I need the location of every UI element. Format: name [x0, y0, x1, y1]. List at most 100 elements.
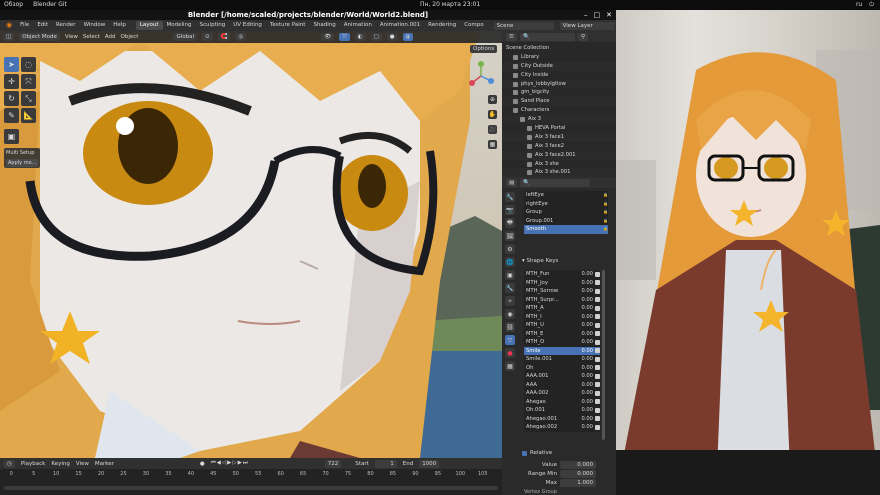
outliner-row[interactable]: phys_lobbylgtlow — [502, 79, 616, 89]
tab-animation[interactable]: Animation — [340, 21, 376, 30]
tab-layout[interactable]: Layout — [135, 21, 163, 30]
mode-selector[interactable]: Object Mode — [19, 33, 60, 41]
ortho-grid-icon[interactable]: ▦ — [488, 140, 497, 149]
rotate-tool-icon[interactable]: ↻ — [4, 91, 19, 106]
camera-view-icon[interactable]: 🎥 — [488, 125, 497, 134]
proportional-edit-icon[interactable]: ◎ — [235, 33, 247, 41]
vertex-group-item[interactable]: Group 🔒 — [524, 208, 608, 217]
outliner-row[interactable]: Aix 3 face1 — [502, 132, 616, 142]
shape-key-mute-checkbox[interactable] — [595, 288, 600, 294]
shape-key-value[interactable]: 0.00 — [575, 296, 593, 305]
maximize-button[interactable]: □ — [594, 10, 601, 20]
measure-tool-icon[interactable]: 📐 — [21, 108, 36, 123]
shape-key-mute-checkbox[interactable] — [595, 382, 600, 388]
outliner-editor-icon[interactable]: ☰ — [506, 32, 517, 41]
outliner-row[interactable]: City Outside — [502, 61, 616, 71]
timeline-ruler[interactable]: 0 5 10 15 20 25 30 35 40 45 50 55 60 65 70 75 80 85 90 95 10… — [0, 471, 502, 479]
overlay-icon[interactable]: ◐ — [354, 33, 366, 41]
outliner-row[interactable]: Aix 3 face2.001 — [502, 150, 616, 160]
scale-tool-icon[interactable]: ⤡ — [21, 91, 36, 106]
texture-tab-icon[interactable]: ▦ — [505, 361, 515, 371]
shape-key-value[interactable]: 0.00 — [575, 406, 593, 415]
shape-key-value[interactable]: 0.00 — [575, 423, 593, 432]
timeline-menu-marker[interactable]: Marker — [95, 461, 114, 467]
shape-key-value[interactable]: 0.00 — [575, 330, 593, 339]
material-tab-icon[interactable]: ● — [505, 348, 515, 358]
outliner-row[interactable]: Sand Place — [502, 97, 616, 107]
select-tool-icon[interactable]: ➤ — [4, 57, 19, 72]
shape-key-mute-checkbox[interactable] — [595, 339, 600, 345]
power-icon[interactable]: ⏻ — [869, 1, 874, 9]
shape-key-value[interactable]: 0.00 — [575, 347, 593, 356]
render-tab-icon[interactable]: 📷 — [505, 205, 515, 215]
vertex-group-item[interactable]: Group.001 🔒 — [524, 217, 608, 226]
shading-rendered-icon[interactable]: ◍ — [402, 33, 414, 41]
shape-key-mute-checkbox[interactable] — [595, 356, 600, 362]
shape-key-value[interactable]: 0.00 — [575, 287, 593, 296]
shape-key-value[interactable]: 0.00 — [575, 338, 593, 347]
shape-key-item[interactable]: AAA 0.00 — [524, 381, 600, 390]
world-tab-icon[interactable]: 🌐 — [505, 257, 515, 267]
shape-key-item[interactable]: MTH_Fun 0.00 — [524, 270, 600, 279]
shape-key-mute-checkbox[interactable] — [595, 314, 600, 320]
shape-key-value[interactable]: 0.00 — [575, 415, 593, 424]
scene-collection-row[interactable]: Scene Collection — [502, 44, 616, 53]
tab-texture-paint[interactable]: Texture Paint — [266, 21, 310, 30]
shape-key-mute-checkbox[interactable] — [595, 416, 600, 422]
shape-key-item[interactable]: MTH_U 0.00 — [524, 321, 600, 330]
shape-key-mute-checkbox[interactable] — [595, 390, 600, 396]
shape-key-item[interactable]: Oh 0.00 — [524, 364, 600, 373]
shape-key-item[interactable]: Ahegao 0.00 — [524, 398, 600, 407]
shape-key-item[interactable]: MTH_E 0.00 — [524, 330, 600, 339]
max-field[interactable]: 1.000 — [560, 478, 596, 487]
start-frame-field[interactable]: 1 — [374, 459, 397, 468]
constraints-tab-icon[interactable]: ⛓ — [505, 322, 515, 332]
shape-key-value[interactable]: 0.00 — [575, 304, 593, 313]
tab-modeling[interactable]: Modeling — [163, 21, 196, 30]
properties-search-input[interactable]: 🔍 — [520, 178, 591, 187]
shape-key-mute-checkbox[interactable] — [595, 373, 600, 379]
shape-key-item[interactable]: AAA.001 0.00 — [524, 372, 600, 381]
shape-key-value[interactable]: 0.00 — [575, 364, 593, 373]
scene-tab-icon[interactable]: ⚙ — [505, 244, 515, 254]
lock-icon[interactable]: 🔒 — [603, 217, 608, 226]
keyboard-layout[interactable]: ru — [856, 1, 862, 9]
outliner-row[interactable]: Library — [502, 53, 616, 62]
shape-key-mute-checkbox[interactable] — [595, 424, 600, 430]
gizmo-toggle-icon[interactable]: ⤧ — [339, 33, 350, 41]
outliner-row[interactable]: Characters — [502, 106, 616, 115]
shape-keys-panel-header[interactable]: ▾ Shape Keys — [520, 256, 614, 266]
view-layer-selector[interactable]: View Layer — [559, 21, 615, 30]
particles-tab-icon[interactable]: ✧ — [505, 296, 515, 306]
value-field[interactable]: 0.000 — [560, 460, 596, 469]
output-tab-icon[interactable]: 🖶 — [505, 218, 515, 228]
xray-icon[interactable]: ▢ — [370, 33, 382, 41]
app-menu-button[interactable]: Blender Git — [33, 1, 67, 8]
viewport-menu-object[interactable]: Object — [121, 32, 139, 43]
shape-key-item[interactable]: Smile 0.00 — [524, 346, 600, 356]
cursor-tool-icon[interactable]: ✛ — [4, 74, 19, 89]
relative-checkbox[interactable] — [522, 450, 527, 456]
viewport-menu-select[interactable]: Select — [83, 32, 100, 43]
tab-animation-001[interactable]: Animation.001 — [376, 21, 424, 30]
move-tool-icon[interactable]: ⤧ — [21, 74, 36, 89]
menu-help[interactable]: Help — [109, 20, 130, 31]
pan-hand-icon[interactable]: ✋ — [488, 110, 497, 119]
range-min-field[interactable]: 0.000 — [560, 469, 596, 478]
tab-rendering[interactable]: Rendering — [424, 21, 460, 30]
shape-key-item[interactable]: Ahegao.002 0.00 — [524, 423, 600, 432]
shape-key-value[interactable]: 0.00 — [575, 321, 593, 330]
outliner-filter-icon[interactable]: ⚲ — [577, 32, 588, 41]
shape-key-item[interactable]: MTH_Surpr... 0.00 — [524, 296, 600, 305]
shape-key-item[interactable]: MTH_I 0.00 — [524, 313, 600, 322]
shape-key-value[interactable]: 0.00 — [575, 270, 593, 279]
shape-key-mute-checkbox[interactable] — [595, 280, 600, 286]
outliner-row[interactable]: Aix 3 face2 — [502, 142, 616, 151]
transform-tool-icon[interactable]: ▣ — [4, 129, 19, 144]
vertex-group-item[interactable]: Smooth 🔒 — [524, 225, 608, 234]
modifier-tab-icon[interactable]: 🔧 — [505, 283, 515, 293]
tab-compositing[interactable]: Compo — [460, 21, 487, 30]
shape-key-item[interactable]: Smile.001 0.00 — [524, 355, 600, 364]
shape-key-value[interactable]: 0.00 — [575, 279, 593, 288]
shape-key-value[interactable]: 0.00 — [575, 313, 593, 322]
